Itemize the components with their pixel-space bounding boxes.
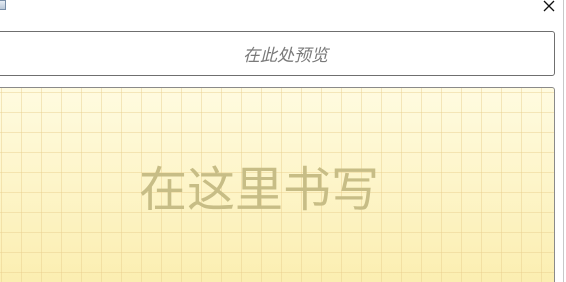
handwriting-pad[interactable]: 在这里书写 [0,87,555,282]
app-document-icon [0,0,6,10]
window-edge-divider [563,0,564,282]
writing-pad-hint: 在这里书写 [139,162,380,218]
close-button[interactable] [538,0,560,15]
handwriting-input-window: 在此处预览 在这里书写 [0,0,566,282]
preview-placeholder: 在此处预览 [243,46,328,66]
close-icon [543,0,555,12]
preview-field[interactable]: 在此处预览 [0,31,555,76]
